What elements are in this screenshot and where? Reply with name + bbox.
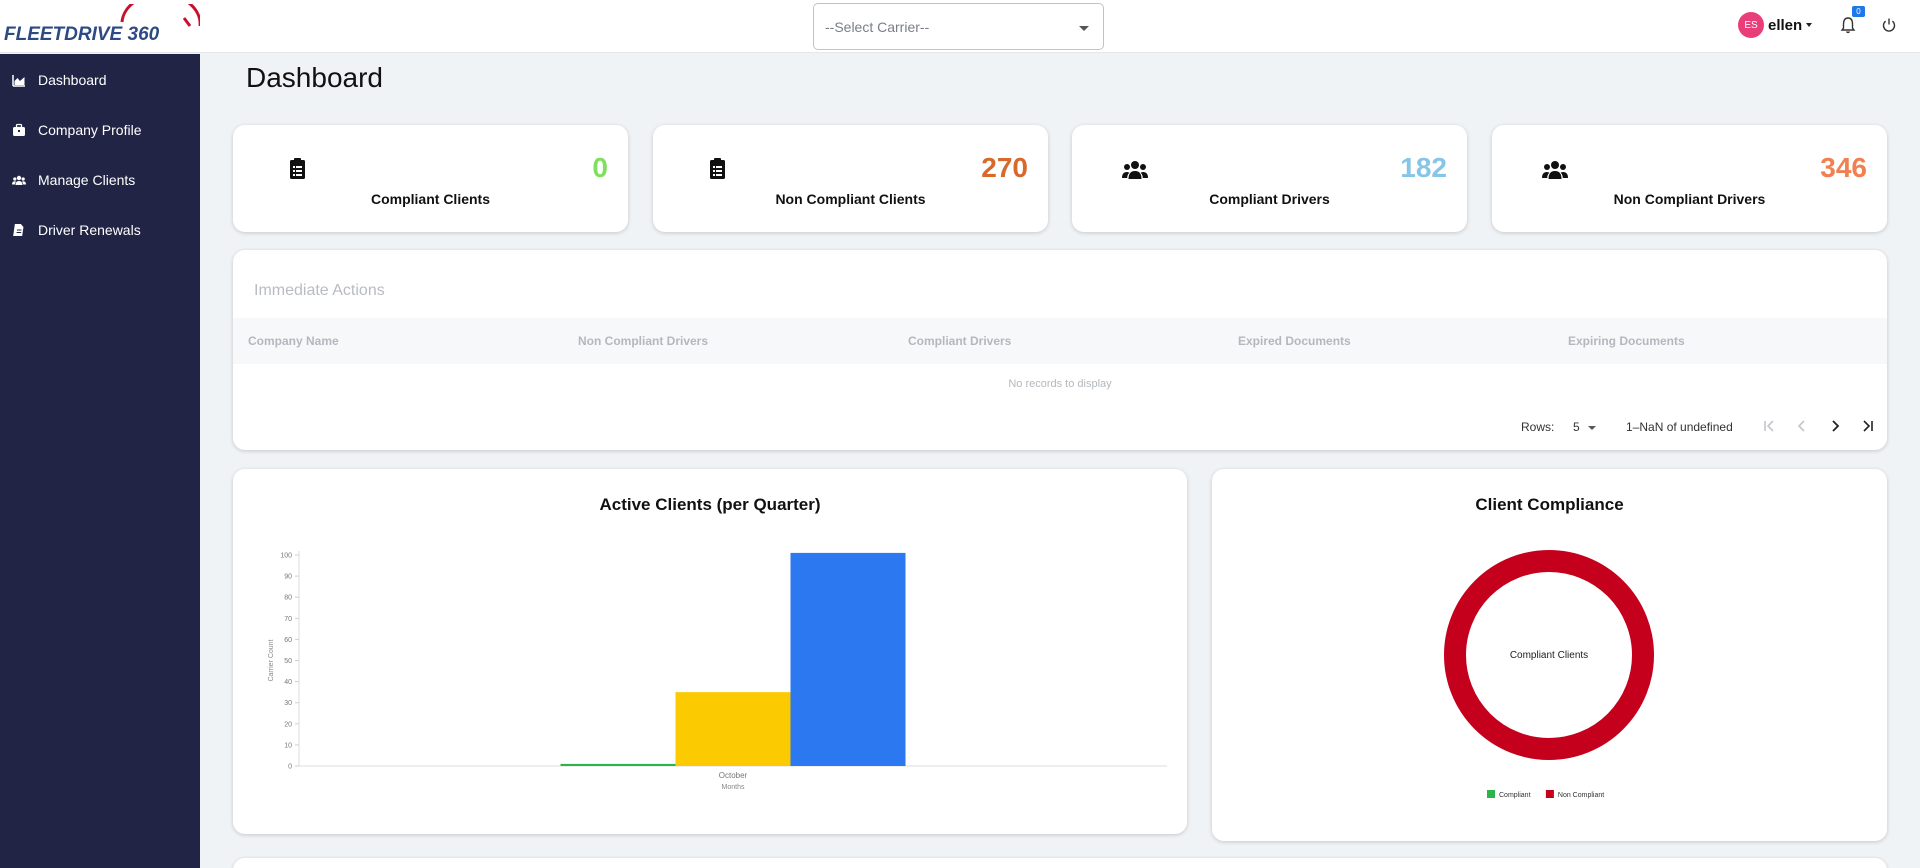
stat-card-non-compliant-drivers: 346 Non Compliant Drivers <box>1492 125 1887 232</box>
immediate-actions-panel: Immediate Actions Company Name Non Compl… <box>233 250 1887 450</box>
sidebar-item-label: Driver Renewals <box>38 222 141 238</box>
chart-area-icon <box>12 73 26 87</box>
power-icon[interactable] <box>1881 17 1897 33</box>
next-page-icon[interactable] <box>1825 416 1845 436</box>
y-tick-label: 60 <box>284 637 292 644</box>
active-clients-bar-chart: 0 10 20 30 40 50 60 70 80 90 100 Carrier Count Octob… <box>268 551 1167 791</box>
stat-card-non-compliant-clients: 270 Non Compliant Clients <box>653 125 1048 232</box>
bell-icon[interactable] <box>1840 16 1856 34</box>
stat-value: 0 <box>592 152 608 183</box>
clipboard-icon <box>710 158 725 179</box>
y-tick-label: 50 <box>284 658 292 665</box>
column-header[interactable]: Expired Documents <box>1238 334 1351 348</box>
caret-down-icon <box>1588 425 1597 430</box>
notification-count-badge: 0 <box>1852 6 1865 17</box>
y-tick-label: 70 <box>284 616 292 623</box>
active-clients-chart-card: Active Clients (per Quarter) 0 10 20 30 40 50… <box>233 469 1187 834</box>
sidebar: Dashboard Company Profile Manage Clients… <box>0 54 200 868</box>
briefcase-icon <box>12 123 26 137</box>
client-compliance-chart-card: Client Compliance Compliant Clients Compl… <box>1212 469 1887 841</box>
file-icon <box>12 223 26 237</box>
pagination-range: 1–NaN of undefined <box>1626 420 1733 434</box>
legend-label: Non Compliant <box>1558 792 1604 799</box>
logo-text: FLEETDRIVE 360 <box>4 24 160 45</box>
y-tick-label: 80 <box>284 595 292 602</box>
stat-label: Compliant Clients <box>370 191 490 207</box>
page-title: Dashboard <box>246 62 383 93</box>
fleetdrive-logo[interactable]: FLEETDRIVE 360 <box>4 4 200 48</box>
carrier-select-value: --Select Carrier-- <box>825 19 930 35</box>
y-tick-label: 30 <box>284 700 292 707</box>
legend-label: Compliant <box>1499 792 1531 799</box>
users-icon <box>1542 161 1568 179</box>
rows-per-page-select[interactable]: 5 <box>1573 420 1597 434</box>
stat-card-compliant-drivers: 182 Compliant Drivers <box>1072 125 1467 232</box>
clipboard-icon <box>290 158 305 179</box>
sidebar-item-driver-renewals[interactable]: Driver Renewals <box>0 210 200 250</box>
sidebar-item-dashboard[interactable]: Dashboard <box>0 60 200 100</box>
legend-swatch <box>1545 790 1554 798</box>
y-axis-label: Carrier Count <box>268 639 275 681</box>
chevron-down-icon <box>1079 26 1089 31</box>
bar <box>675 692 791 766</box>
x-tick-label: October <box>719 771 748 780</box>
last-page-icon[interactable] <box>1858 416 1878 436</box>
top-bar: FLEETDRIVE 360 --Select Carrier-- ES ell… <box>0 0 1920 53</box>
user-name: ellen <box>1768 16 1803 34</box>
y-tick-label: 40 <box>284 679 292 686</box>
panel-title: Immediate Actions <box>254 282 385 299</box>
y-tick-label: 100 <box>280 553 292 560</box>
bar <box>560 763 676 766</box>
donut-center-label: Compliant Clients <box>1510 650 1588 661</box>
bar <box>790 552 906 766</box>
y-tick-label: 10 <box>284 742 292 749</box>
sidebar-item-label: Dashboard <box>38 72 107 88</box>
sidebar-item-company-profile[interactable]: Company Profile <box>0 110 200 150</box>
stat-label: Compliant Drivers <box>1209 191 1330 207</box>
stat-value: 346 <box>1820 152 1867 183</box>
stat-value: 182 <box>1400 152 1447 183</box>
client-compliance-donut-chart: Compliant Clients Compliant Non Compliant <box>1444 550 1654 799</box>
column-header[interactable]: Company Name <box>248 334 339 348</box>
stat-label: Non Compliant Clients <box>775 191 926 207</box>
stat-card-compliant-clients: 0 Compliant Clients <box>233 125 628 232</box>
rows-label: Rows: <box>1521 420 1555 434</box>
users-icon <box>1122 161 1148 179</box>
column-header[interactable]: Expiring Documents <box>1568 334 1685 348</box>
legend-swatch <box>1487 790 1495 798</box>
y-tick-label: 90 <box>284 574 292 581</box>
sidebar-item-label: Company Profile <box>38 122 142 138</box>
empty-table-message: No records to display <box>1008 378 1112 390</box>
bottom-panel <box>233 858 1887 868</box>
column-header[interactable]: Compliant Drivers <box>908 334 1011 348</box>
stat-label: Non Compliant Drivers <box>1613 191 1766 207</box>
user-menu[interactable]: ES ellen <box>1738 12 1813 38</box>
y-tick-label: 0 <box>288 764 292 771</box>
previous-page-icon[interactable] <box>1792 416 1812 436</box>
caret-down-icon <box>1806 23 1813 27</box>
rows-per-page-value: 5 <box>1573 420 1580 434</box>
users-icon <box>12 173 26 187</box>
carrier-select[interactable]: --Select Carrier-- <box>813 3 1104 50</box>
avatar: ES <box>1738 12 1764 38</box>
x-axis-label: Months <box>722 784 745 791</box>
y-tick-label: 20 <box>284 721 292 728</box>
stat-value: 270 <box>981 152 1028 183</box>
sidebar-item-manage-clients[interactable]: Manage Clients <box>0 160 200 200</box>
first-page-icon[interactable] <box>1759 416 1779 436</box>
column-header[interactable]: Non Compliant Drivers <box>578 334 708 348</box>
sidebar-item-label: Manage Clients <box>38 172 136 188</box>
